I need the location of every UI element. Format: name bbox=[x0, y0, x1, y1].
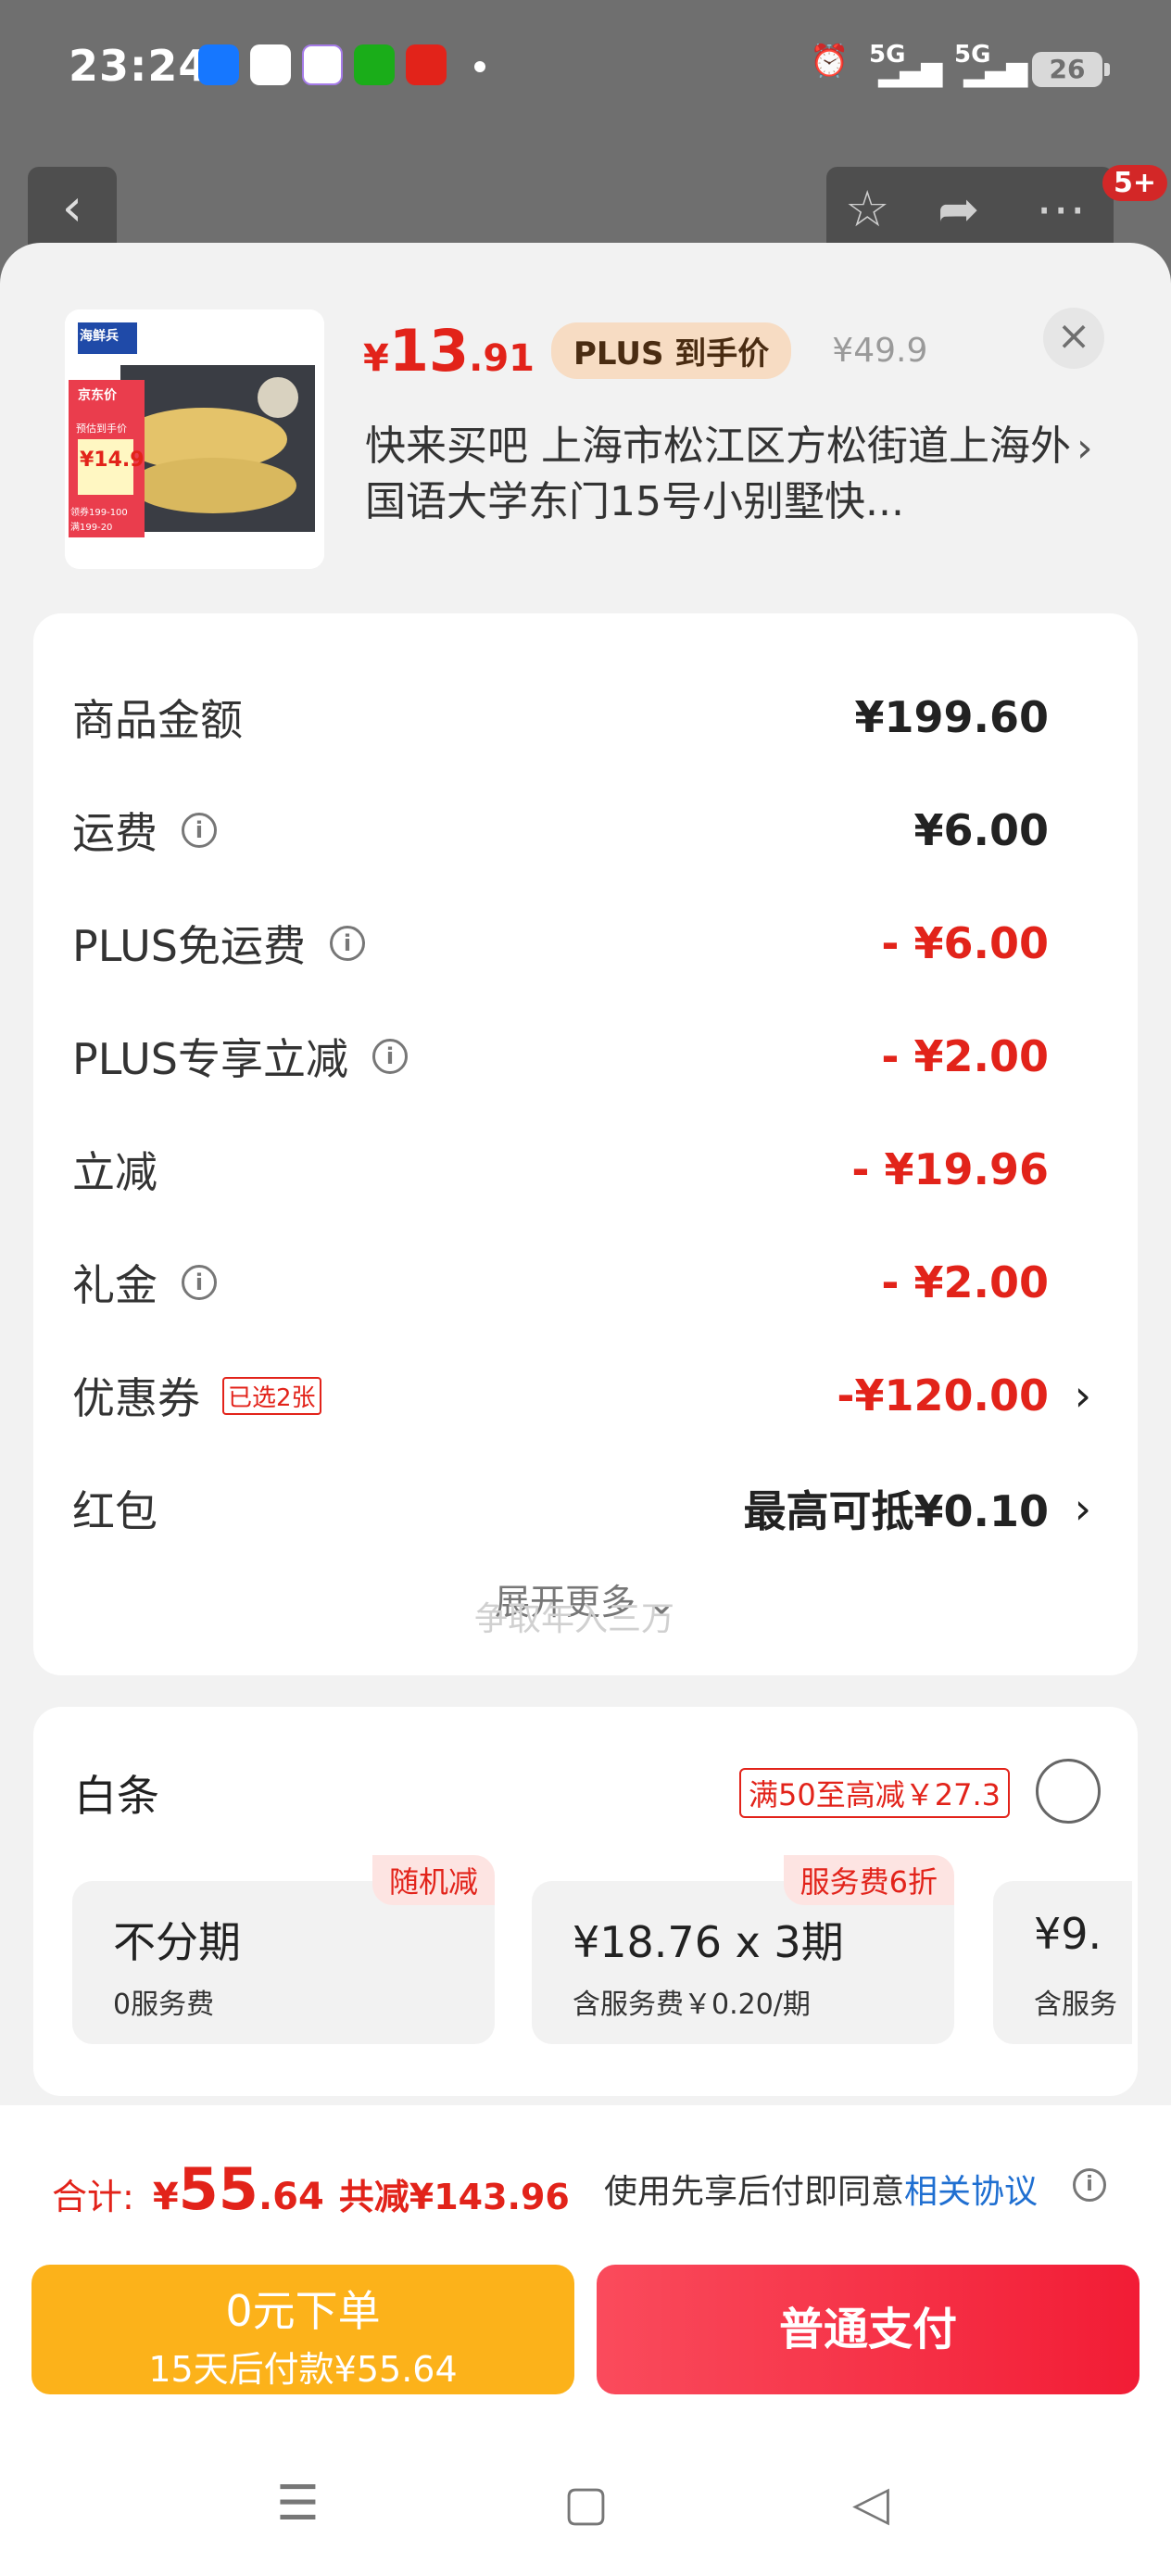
app-icon-2 bbox=[250, 44, 291, 85]
wechat-icon bbox=[354, 44, 395, 85]
info-icon[interactable]: i bbox=[371, 1039, 408, 1074]
installment-option-6[interactable]: ¥9. 含服务 bbox=[993, 1881, 1132, 2044]
cost-value: - ¥2.00 bbox=[881, 1257, 1049, 1307]
zero-down-label: 0元下单 bbox=[225, 2286, 381, 2336]
original-price: ¥49.9 bbox=[832, 332, 928, 370]
price-row: ¥ 13 .91 PLUS 到手价 ¥49.9 bbox=[363, 317, 927, 385]
status-time: 23:24 bbox=[69, 41, 209, 91]
baitiao-promo-tag: 满50至高减￥27.3 bbox=[739, 1768, 1010, 1818]
close-icon: × bbox=[1056, 312, 1091, 360]
signal-bars-icon-1: ▂▄▆ bbox=[878, 56, 943, 88]
info-icon[interactable]: i bbox=[329, 926, 365, 961]
coupon-selected-chip: 已选2张 bbox=[222, 1376, 321, 1415]
agreement-prefix: 使用先享后付即同意 bbox=[604, 2173, 905, 2211]
notification-badge: 5+ bbox=[1102, 165, 1168, 201]
price-decimal: .91 bbox=[469, 337, 535, 380]
cost-label: PLUS专享立减 bbox=[72, 1034, 348, 1084]
cost-row-gift-money: 礼金 i - ¥2.00 bbox=[72, 1255, 1091, 1310]
product-brand-text: 海鲜兵 bbox=[80, 329, 119, 344]
cost-row-plus-discount: PLUS专享立减 i - ¥2.00 bbox=[72, 1029, 1091, 1084]
option-sub: 含服务 bbox=[1034, 1989, 1117, 2021]
close-button[interactable]: × bbox=[1043, 308, 1104, 369]
notification-dot bbox=[474, 61, 485, 72]
option-title: ¥18.76 x 3期 bbox=[573, 1917, 844, 1967]
shipping-address[interactable]: 快来买吧 上海市松江区方松街道上海外国语大学东门15号小别墅快... bbox=[365, 419, 1088, 530]
share-icon[interactable]: ➦ bbox=[938, 180, 979, 238]
chevron-right-icon[interactable]: › bbox=[1075, 1484, 1091, 1534]
home-nav-icon[interactable]: ▢ bbox=[563, 2476, 609, 2532]
baitiao-title: 白条 bbox=[74, 1771, 159, 1821]
watermark-text: 争取年入三万 bbox=[474, 1600, 675, 1638]
chevron-right-icon[interactable]: › bbox=[1075, 1370, 1091, 1421]
cost-row-shipping: 运费 i ¥6.00 bbox=[72, 802, 1091, 858]
cost-value: ¥6.00 bbox=[913, 805, 1049, 855]
product-price-text: ¥14.9 bbox=[80, 448, 145, 472]
installment-option-none[interactable]: 随机减 不分期 0服务费 bbox=[72, 1855, 495, 2044]
cost-label: 立减 bbox=[72, 1147, 157, 1197]
more-icon[interactable]: ⋯ bbox=[1036, 180, 1086, 238]
plus-price-badge: PLUS 到手价 bbox=[550, 322, 792, 379]
product-coupon1-text: 领券199-100 bbox=[70, 508, 128, 518]
cost-row-item-amount: 商品金额 ¥199.60 bbox=[72, 689, 1091, 745]
price-currency: ¥ bbox=[363, 337, 389, 380]
total-integer: 55 bbox=[178, 2155, 258, 2223]
zero-down-order-button[interactable]: 0元下单 15天后付款¥55.64 bbox=[31, 2265, 574, 2394]
cost-details-card: 商品金额 ¥199.60 运费 i ¥6.00 PLUS免运费 i - ¥6.0… bbox=[33, 613, 1138, 1675]
price-integer: 13 bbox=[388, 317, 470, 385]
agreement-link[interactable]: 相关协议 bbox=[904, 2173, 1038, 2211]
product-price-label-text: 预估到手价 bbox=[76, 423, 127, 435]
option-sub: 含服务费￥0.20/期 bbox=[573, 1989, 811, 2021]
agreement-text: 使用先享后付即同意相关协议 bbox=[604, 2165, 1038, 2213]
baitiao-card: 白条 满50至高减￥27.3 随机减 不分期 0服务费 服务费6折 ¥18.76… bbox=[33, 1707, 1138, 2096]
total-decimal: .64 bbox=[258, 2176, 324, 2218]
option-title: 不分期 bbox=[113, 1917, 241, 1967]
installment-option-3[interactable]: 服务费6折 ¥18.76 x 3期 含服务费￥0.20/期 bbox=[532, 1855, 954, 2044]
signal-bars-icon-2: ▂▄▆ bbox=[963, 56, 1028, 88]
cost-value: - ¥2.00 bbox=[881, 1031, 1049, 1081]
cost-label: 商品金额 bbox=[72, 695, 243, 745]
cost-value: - ¥6.00 bbox=[881, 918, 1049, 968]
chevron-right-icon[interactable]: › bbox=[1077, 424, 1093, 472]
back-nav-icon[interactable]: ◁ bbox=[852, 2476, 889, 2532]
cost-value: - ¥19.96 bbox=[851, 1144, 1049, 1194]
info-icon[interactable]: i bbox=[182, 813, 217, 848]
info-icon[interactable]: i bbox=[182, 1265, 217, 1300]
cost-value: ¥199.60 bbox=[854, 692, 1049, 742]
app-icon-3 bbox=[302, 44, 343, 85]
menu-nav-icon[interactable]: ☰ bbox=[276, 2476, 320, 2532]
cost-label: 红包 bbox=[72, 1486, 157, 1536]
info-icon[interactable]: i bbox=[1073, 2168, 1106, 2202]
zero-down-sublabel: 15天后付款¥55.64 bbox=[148, 2349, 458, 2390]
star-icon[interactable]: ☆ bbox=[845, 180, 889, 238]
cost-label: 运费 bbox=[72, 808, 157, 858]
normal-pay-button[interactable]: 普通支付 bbox=[597, 2265, 1140, 2394]
cost-value: 最高可抵¥0.10 bbox=[743, 1486, 1049, 1536]
cost-label: PLUS免运费 bbox=[72, 921, 306, 971]
total-currency: ¥ bbox=[152, 2176, 179, 2218]
alarm-icon: ⏰ bbox=[810, 43, 850, 80]
jd-app-icon bbox=[406, 44, 447, 85]
cost-row-red-packet[interactable]: 红包 最高可抵¥0.10 › bbox=[72, 1481, 1091, 1536]
app-icon-1 bbox=[198, 44, 239, 85]
product-jd-text: 京东价 bbox=[78, 388, 117, 403]
option-badge: 随机减 bbox=[371, 1855, 495, 1905]
option-badge: 服务费6折 bbox=[783, 1855, 954, 1905]
total-reduction: 共减¥143.96 bbox=[338, 2177, 570, 2217]
cost-row-plus-free-shipping: PLUS免运费 i - ¥6.00 bbox=[72, 915, 1091, 971]
cost-label: 优惠券 bbox=[72, 1373, 200, 1423]
option-sub: 0服务费 bbox=[113, 1989, 215, 2021]
total-label: 合计: bbox=[52, 2177, 134, 2217]
product-coupon2-text: 满199-20 bbox=[70, 523, 113, 533]
cost-row-instant-discount: 立减 - ¥19.96 bbox=[72, 1142, 1091, 1197]
order-total: 合计: ¥ 55 .64 共减¥143.96 bbox=[52, 2155, 570, 2223]
status-bar: 23:24 ⏰ 5G ▂▄▆ 5G ▂▄▆ 26 bbox=[0, 0, 1171, 139]
cost-row-coupon[interactable]: 优惠券 已选2张 -¥120.00 › bbox=[72, 1368, 1091, 1423]
option-title: ¥9. bbox=[1034, 1909, 1102, 1959]
checkout-bottom-bar: 合计: ¥ 55 .64 共减¥143.96 使用先享后付即同意相关协议 i 0… bbox=[0, 2105, 1171, 2576]
product-image[interactable]: 海鲜兵 京东价 预估到手价 ¥14.9 领券199-100 满199-20 bbox=[65, 309, 324, 569]
baitiao-radio[interactable] bbox=[1036, 1759, 1101, 1824]
cost-label: 礼金 bbox=[72, 1260, 157, 1310]
cost-value: -¥120.00 bbox=[837, 1370, 1049, 1421]
battery-icon: 26 bbox=[1032, 52, 1110, 87]
